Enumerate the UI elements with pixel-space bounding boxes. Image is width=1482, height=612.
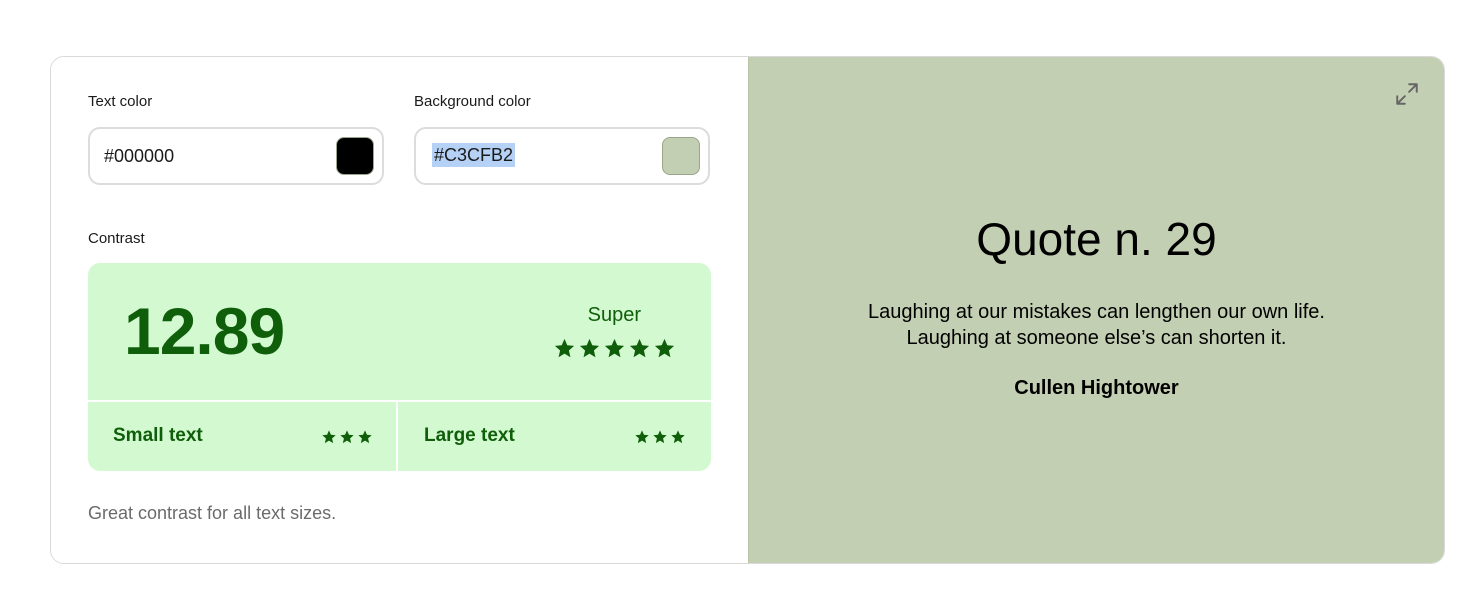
quote-preview-panel: Quote n. 29 Laughing at our mistakes can… xyxy=(748,57,1444,563)
star-icon xyxy=(635,430,649,444)
contrast-label: Contrast xyxy=(88,230,145,247)
contrast-verdict: Great contrast for all text sizes. xyxy=(88,503,337,523)
star-icon xyxy=(579,338,600,358)
star-icon xyxy=(671,430,685,444)
divider xyxy=(88,400,711,402)
star-icon xyxy=(653,430,667,444)
star-icon xyxy=(322,430,336,444)
background-color-input[interactable]: #C3CFB2 xyxy=(432,143,516,167)
star-icon xyxy=(654,338,675,358)
large-text-label: Large text xyxy=(424,425,515,446)
star-icon xyxy=(604,338,625,358)
background-color-field[interactable]: #C3CFB2 xyxy=(414,127,710,185)
contrast-result-box: 12.89 Super Small text Large text xyxy=(88,263,711,471)
star-icon xyxy=(358,430,372,444)
large-text-stars xyxy=(634,429,686,445)
quote-line: Laughing at someone else’s can shorten i… xyxy=(906,327,1287,349)
divider xyxy=(396,402,398,471)
controls-panel: Text color Background color #C3CFB2 Cont… xyxy=(51,57,748,563)
quote-author: Cullen Hightower xyxy=(1014,377,1179,399)
rating-stars xyxy=(553,337,676,360)
background-color-swatch[interactable] xyxy=(662,137,700,175)
text-color-input[interactable] xyxy=(104,144,304,168)
text-color-field[interactable] xyxy=(88,127,384,185)
expand-icon[interactable] xyxy=(1394,81,1420,107)
rating-label: Super xyxy=(587,304,641,326)
text-color-label: Text color xyxy=(88,93,153,110)
small-text-stars xyxy=(321,429,373,445)
star-icon xyxy=(554,338,575,358)
contrast-ratio: 12.89 xyxy=(124,294,285,368)
text-color-swatch[interactable] xyxy=(336,137,374,175)
contrast-checker-card: Text color Background color #C3CFB2 Cont… xyxy=(50,56,1445,564)
star-icon xyxy=(629,338,650,358)
quote-text: Laughing at our mistakes can lengthen ou… xyxy=(749,299,1444,351)
small-text-label: Small text xyxy=(113,425,203,446)
star-icon xyxy=(340,430,354,444)
background-color-label: Background color xyxy=(414,93,531,110)
quote-line: Laughing at our mistakes can lengthen ou… xyxy=(868,301,1325,323)
quote-title: Quote n. 29 xyxy=(976,213,1217,265)
